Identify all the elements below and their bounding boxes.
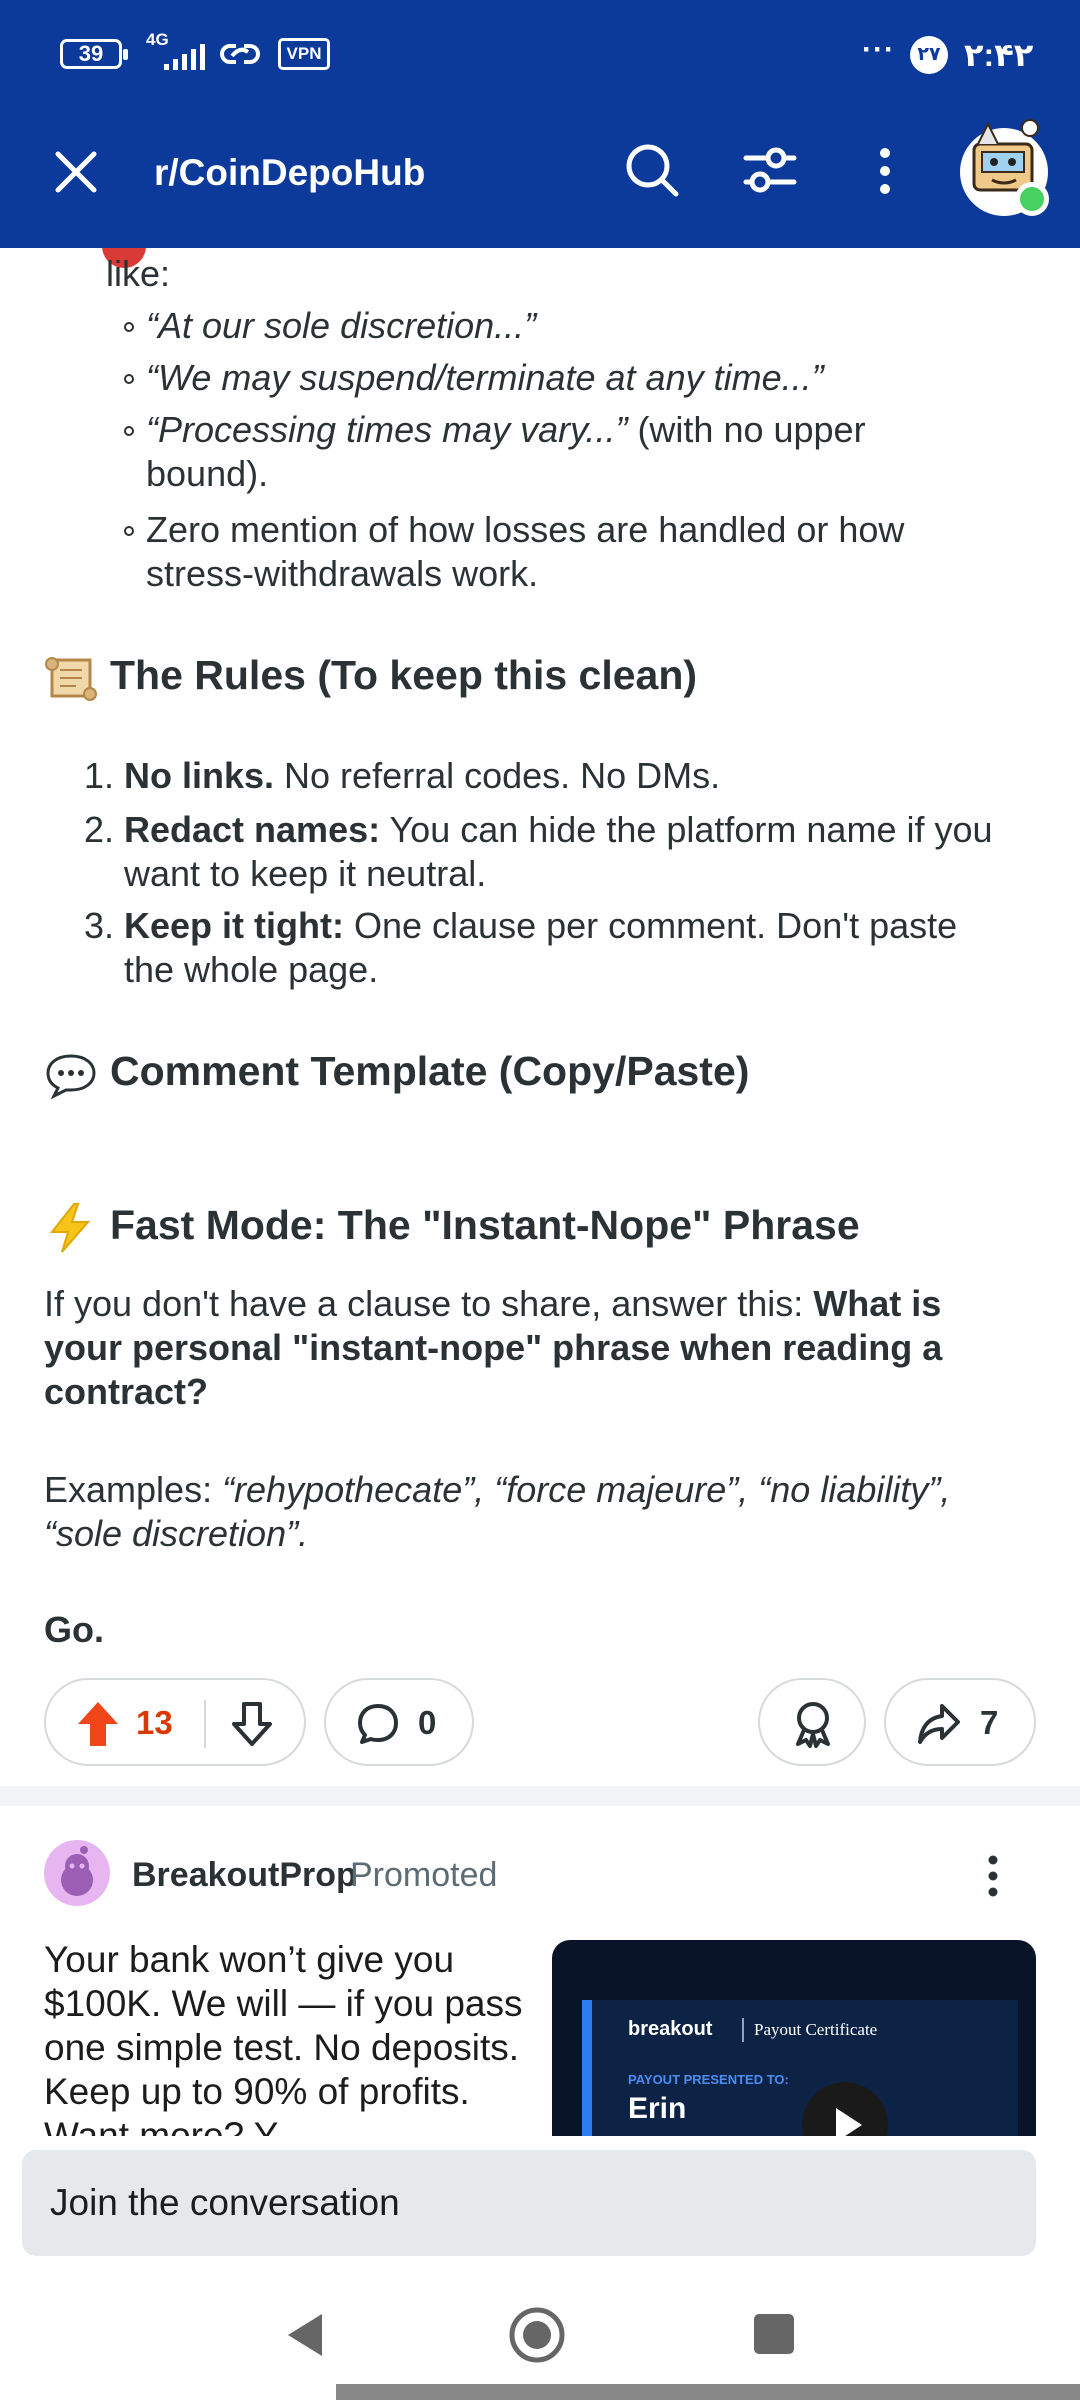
- fast-mode-bold: What is: [813, 1283, 942, 1324]
- rule-number: 2.: [84, 809, 115, 850]
- speech-bubble-icon: [46, 1054, 96, 1100]
- cert-name: Erin: [628, 2092, 687, 2125]
- recent-apps-icon[interactable]: [754, 2314, 794, 2354]
- battery-indicator: 39: [60, 39, 128, 69]
- upvote-icon[interactable]: [76, 1700, 120, 1748]
- ad-video-thumbnail[interactable]: breakout Payout Certificate PAYOUT PRESE…: [552, 1940, 1036, 2136]
- rule-continuation: want to keep it neutral.: [124, 853, 487, 894]
- downvote-icon[interactable]: [230, 1700, 274, 1748]
- cert-separator: [742, 2018, 744, 2042]
- cert-brand: breakout: [628, 2018, 713, 2040]
- rule-item: No links. No referral codes. No DMs.: [124, 754, 720, 798]
- filter-icon[interactable]: [740, 140, 800, 200]
- clock: ۲:۴۲: [964, 37, 1034, 73]
- intro-text: like:: [106, 253, 171, 294]
- search-icon[interactable]: [622, 140, 682, 200]
- award-icon: [796, 1702, 830, 1748]
- back-icon[interactable]: [284, 2310, 326, 2360]
- comment-input[interactable]: Join the conversation: [22, 2150, 1036, 2256]
- share-count: 7: [980, 1704, 999, 1741]
- list-item-rest: (with no upper: [627, 409, 866, 450]
- composer-bar: Join the conversation: [0, 2136, 1080, 2260]
- share-icon: [918, 1704, 960, 1744]
- app-header: 39 4G VPN ··· ۲۷ ۲:۴۲ r/CoinDepoHub: [0, 0, 1080, 248]
- closing-text: Go.: [44, 1609, 104, 1650]
- promoted-label: Promoted: [350, 1856, 498, 1894]
- rule-text: No referral codes. No DMs.: [274, 755, 721, 796]
- rule-number: 3.: [84, 905, 115, 946]
- rule-text: You can hide the platform name if you: [380, 809, 993, 850]
- examples-label: Examples:: [44, 1469, 223, 1510]
- rule-item: Keep it tight: One clause per comment. D…: [124, 904, 957, 948]
- online-status-dot: [1015, 182, 1049, 216]
- rule-continuation: the whole page.: [124, 949, 379, 990]
- rule-title: No links.: [124, 755, 275, 796]
- comment-count: 0: [418, 1704, 437, 1741]
- rule-number: 1.: [84, 755, 115, 796]
- vote-pill: 13: [44, 1678, 306, 1766]
- toolbar: r/CoinDepoHub: [0, 110, 1080, 248]
- scroll-indicator: [336, 2384, 1080, 2400]
- rules-heading: The Rules (To keep this clean): [110, 652, 698, 698]
- cert-label: PAYOUT PRESENTED TO:: [628, 2072, 789, 2087]
- subreddit-title[interactable]: r/CoinDepoHub: [154, 152, 425, 194]
- share-button[interactable]: 7: [884, 1678, 1036, 1766]
- ad-text[interactable]: Your bank won’t give you $100K. We will …: [44, 1938, 524, 2136]
- fast-mode-question: your personal "instant-nope" phrase when…: [44, 1327, 943, 1368]
- vote-separator: [204, 1700, 206, 1748]
- list-item: “Processing times may vary...” (with no …: [146, 408, 866, 452]
- examples-list-end: “sole discretion”.: [44, 1513, 309, 1554]
- scroll-icon: [45, 657, 97, 701]
- vote-count: 13: [136, 1704, 173, 1741]
- list-item: “At our sole discretion...”: [146, 305, 537, 346]
- close-icon[interactable]: [50, 146, 102, 198]
- bullet-icon: [124, 526, 134, 536]
- advertiser-name[interactable]: BreakoutProp: [132, 1856, 357, 1895]
- award-button[interactable]: [758, 1678, 866, 1766]
- rule-item: Redact names: You can hide the platform …: [124, 808, 993, 852]
- rule-title: Redact names:: [124, 809, 381, 850]
- examples-list: “rehypothecate”, “force majeure”, “no li…: [222, 1469, 951, 1510]
- payout-certificate: breakout Payout Certificate PAYOUT PRESE…: [582, 2000, 1018, 2136]
- list-item-continuation: bound).: [146, 453, 269, 494]
- lightning-icon: [49, 1203, 91, 1253]
- comments-button[interactable]: 0: [324, 1678, 474, 1766]
- advertiser-avatar[interactable]: [44, 1840, 110, 1906]
- cert-title: Payout Certificate: [754, 2020, 878, 2039]
- vpn-badge: VPN: [278, 38, 330, 70]
- post-body: like: “At our sole discretion...” “We ma…: [0, 248, 1080, 2136]
- more-options-icon[interactable]: [868, 146, 902, 196]
- snoo-icon: [61, 1846, 93, 1896]
- play-icon[interactable]: [802, 2082, 888, 2136]
- status-bar: 39 4G VPN ··· ۲۷ ۲:۴۲: [0, 0, 1080, 110]
- status-more-icon: ···: [862, 33, 895, 66]
- fast-mode-plain: If you don't have a clause to share, ans…: [44, 1283, 814, 1324]
- ad-more-options-icon[interactable]: [980, 1854, 1006, 1898]
- fast-mode-text: If you don't have a clause to share, ans…: [44, 1282, 941, 1326]
- list-item: Zero mention of how losses are handled o…: [146, 509, 905, 550]
- system-nav-bar: [0, 2260, 1080, 2400]
- home-icon[interactable]: [508, 2306, 566, 2364]
- fast-mode-heading: Fast Mode: The "Instant-Nope" Phrase: [110, 1202, 860, 1248]
- list-item-continuation: stress-withdrawals work.: [146, 553, 539, 594]
- rule-title: Keep it tight:: [124, 905, 344, 946]
- bullet-icon: [124, 322, 134, 332]
- post-divider: [0, 1786, 1080, 1806]
- notification-badge: ۲۷: [910, 36, 948, 74]
- cellular-signal-icon: 4G: [144, 30, 206, 72]
- bullet-icon: [124, 374, 134, 384]
- fast-mode-question-end: contract?: [44, 1371, 209, 1412]
- list-item: “We may suspend/terminate at any time...…: [146, 357, 824, 398]
- template-heading: Comment Template (Copy/Paste): [110, 1048, 750, 1094]
- rule-text: One clause per comment. Don't paste: [343, 905, 958, 946]
- list-item-italic: “Processing times may vary...”: [146, 409, 628, 450]
- examples-text: Examples: “rehypothecate”, “force majeur…: [44, 1468, 950, 1512]
- hotspot-link-icon: [220, 44, 260, 64]
- comment-icon: [358, 1704, 398, 1744]
- bullet-icon: [124, 426, 134, 436]
